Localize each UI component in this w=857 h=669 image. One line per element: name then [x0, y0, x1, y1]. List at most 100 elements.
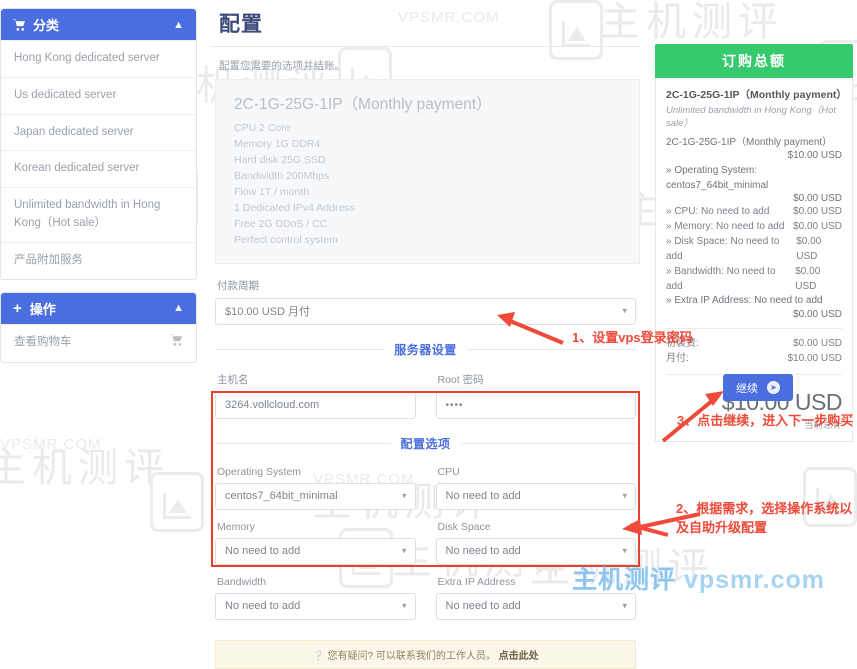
summary-monthly-value: $10.00 USD	[787, 352, 842, 364]
sidebar-panel-categories: 分类 ▲ Hong Kong dedicated server Us dedic…	[0, 8, 197, 280]
sidebar-item-us-dedicated[interactable]: Us dedicated server	[1, 76, 196, 114]
watermark-cn: 主机测评	[0, 446, 170, 490]
sidebar-item-label: 产品附加服务	[14, 253, 83, 266]
continue-button-label: 继续	[736, 382, 758, 395]
summary-monthly-label: 月付:	[666, 352, 689, 364]
plus-icon: +	[13, 299, 22, 317]
footer-watermark-cn: 主机测评	[572, 566, 677, 594]
bandwidth-field-group: Bandwidth No need to add	[215, 576, 416, 620]
sidebar-item-view-cart[interactable]: 查看购物车	[1, 323, 196, 362]
memory-label: Memory	[217, 520, 255, 533]
billing-cycle-label: 付款周期	[217, 279, 259, 292]
watermark-domain: VPSMR.COM	[0, 436, 102, 453]
sidebar-item-addon-services[interactable]: 产品附加服务	[1, 241, 196, 279]
page-title: 配置	[219, 13, 263, 36]
summary-option-price: $0.00 USD	[795, 266, 821, 293]
help-bar-link[interactable]: 点击此处	[499, 651, 539, 662]
operating-system-value: centos7_64bit_minimal	[225, 490, 338, 503]
sidebar-item-label: Us dedicated server	[14, 88, 117, 101]
hostname-field-group: 主机名 3264.vollcloud.com	[215, 372, 416, 419]
help-bar: ❔ 您有疑问? 可以联系我们的工作人员。 点击此处	[215, 639, 636, 669]
disk-space-value: No need to add	[445, 545, 521, 558]
summary-setup-fee-value: $0.00 USD	[793, 337, 842, 349]
divider-line	[466, 348, 637, 350]
summary-line-price: $10.00 USD	[787, 150, 842, 162]
memory-select[interactable]: No need to add	[215, 537, 416, 565]
cpu-select[interactable]: No need to add	[435, 482, 636, 510]
divider-line	[215, 348, 385, 350]
summary-option-price: $0.00 USD	[793, 221, 842, 233]
product-spec-bandwidth: Bandwidth 200Mbps	[234, 169, 330, 182]
config-options-title: 配置选项	[400, 436, 451, 451]
sidebar: 分类 ▲ Hong Kong dedicated server Us dedic…	[0, 8, 197, 375]
root-password-label: Root 密码	[437, 373, 484, 386]
root-password-input[interactable]: ••••	[435, 391, 636, 419]
sidebar-item-japan-dedicated[interactable]: Japan dedicated server	[1, 113, 196, 151]
product-spec-cpu: CPU 2 Core	[234, 122, 291, 134]
summary-option-price: $0.00 USD	[793, 206, 842, 218]
footer-watermark: 主机测评 vpsmr.com	[572, 560, 825, 596]
extra-ip-select[interactable]: No need to add	[435, 592, 636, 620]
sidebar-item-label: Hong Kong dedicated server	[14, 52, 160, 64]
root-password-field-group: Root 密码 ••••	[435, 372, 636, 419]
summary-option-memory: » Memory: No need to add $0.00 USD	[666, 219, 842, 234]
operating-system-field-group: Operating System centos7_64bit_minimal	[215, 466, 416, 510]
chevron-up-icon[interactable]: ▲	[173, 19, 184, 31]
summary-option-os-price: $0.00 USD	[793, 193, 842, 205]
hostname-label: 主机名	[217, 373, 249, 386]
arrow-right-circle-icon: ➤	[767, 381, 780, 394]
hostname-value: 3264.vollcloud.com	[225, 399, 320, 412]
billing-cycle-value: $10.00 USD 月付	[225, 306, 310, 319]
summary-option-label: » Disk Space: No need to add	[666, 236, 780, 263]
summary-option-extraip: » Extra IP Address: No need to add	[666, 295, 823, 307]
sidebar-item-label: 查看购物车	[14, 336, 72, 349]
bandwidth-select[interactable]: No need to add	[215, 592, 416, 620]
product-spec-control: Perfect control system	[234, 233, 338, 246]
page-subtitle: 配置您需要的选项并结账。	[219, 60, 345, 72]
annotation-step-3: 3、点击继续，进入下一步购买	[677, 413, 854, 428]
question-icon: ❔	[312, 650, 325, 662]
order-summary-header: 订购总额	[655, 44, 853, 78]
product-summary-box: 2C-1G-25G-1IP（Monthly payment） CPU 2 Cor…	[215, 79, 640, 264]
product-spec-disk: Hard disk 25G SSD	[234, 153, 326, 166]
continue-button[interactable]: 继续 ➤	[723, 374, 793, 401]
summary-option-label: » Bandwidth: No need to add	[666, 266, 776, 293]
sidebar-categories-header[interactable]: 分类 ▲	[1, 9, 196, 40]
config-options-section-header: 配置选项	[215, 435, 637, 452]
sidebar-categories-title: 分类	[33, 18, 60, 33]
billing-cycle-select[interactable]: $10.00 USD 月付	[215, 297, 636, 325]
root-password-value: ••••	[445, 399, 464, 411]
operating-system-select[interactable]: centos7_64bit_minimal	[215, 482, 416, 510]
product-spec-ipv4: 1 Dedicated IPv4 Address	[234, 201, 355, 214]
summary-option-price: $0.00 USD	[796, 236, 822, 263]
annotation-step-2: 2、根据需求，选择操作系统以及自助升级配置	[676, 501, 853, 535]
sidebar-actions-title: 操作	[29, 301, 56, 317]
cpu-value: No need to add	[445, 490, 521, 503]
sidebar-actions-header[interactable]: + 操作 ▲	[1, 292, 196, 324]
product-spec-ddos: Free 2G DDoS / CC	[234, 217, 328, 230]
footer-watermark-domain: vpsmr.com	[683, 566, 825, 594]
summary-product-group: Unlimited bandwidth in Hong Kong（Hot sal…	[666, 105, 837, 129]
product-spec-flow: Flow 1T / month	[234, 185, 310, 198]
sidebar-item-unlimited-hk[interactable]: Unlimited bandwidth in Hong Kong（Hot sal…	[1, 187, 196, 242]
sidebar-item-label: Korean dedicated server	[14, 162, 140, 175]
sidebar-item-label: Unlimited bandwidth in Hong Kong（Hot sal…	[14, 199, 161, 230]
operating-system-label: Operating System	[217, 465, 302, 478]
summary-option-label: » Memory: No need to add	[666, 221, 785, 233]
sidebar-item-hk-dedicated[interactable]: Hong Kong dedicated server	[1, 40, 196, 77]
divider-line	[215, 442, 391, 444]
divider-line	[460, 442, 637, 444]
cart-icon	[13, 18, 26, 31]
bandwidth-value: No need to add	[225, 600, 301, 613]
cart-icon	[170, 333, 183, 353]
chevron-up-icon[interactable]: ▲	[173, 302, 184, 314]
summary-option-bandwidth: » Bandwidth: No need to add $0.00 USD	[666, 264, 842, 294]
summary-option-disk: » Disk Space: No need to add $0.00 USD	[666, 234, 842, 264]
product-spec-memory: Memory 1G DDR4	[234, 137, 321, 150]
annotation-step-1: 1、设置vps登录密码	[572, 330, 693, 345]
product-name: 2C-1G-25G-1IP（Monthly payment）	[234, 96, 492, 113]
sidebar-panel-actions: + 操作 ▲ 查看购物车	[0, 291, 197, 363]
summary-product-name: 2C-1G-25G-1IP（Monthly payment）	[666, 89, 847, 101]
hostname-input[interactable]: 3264.vollcloud.com	[215, 391, 416, 419]
sidebar-item-korean-dedicated[interactable]: Korean dedicated server	[1, 150, 196, 187]
